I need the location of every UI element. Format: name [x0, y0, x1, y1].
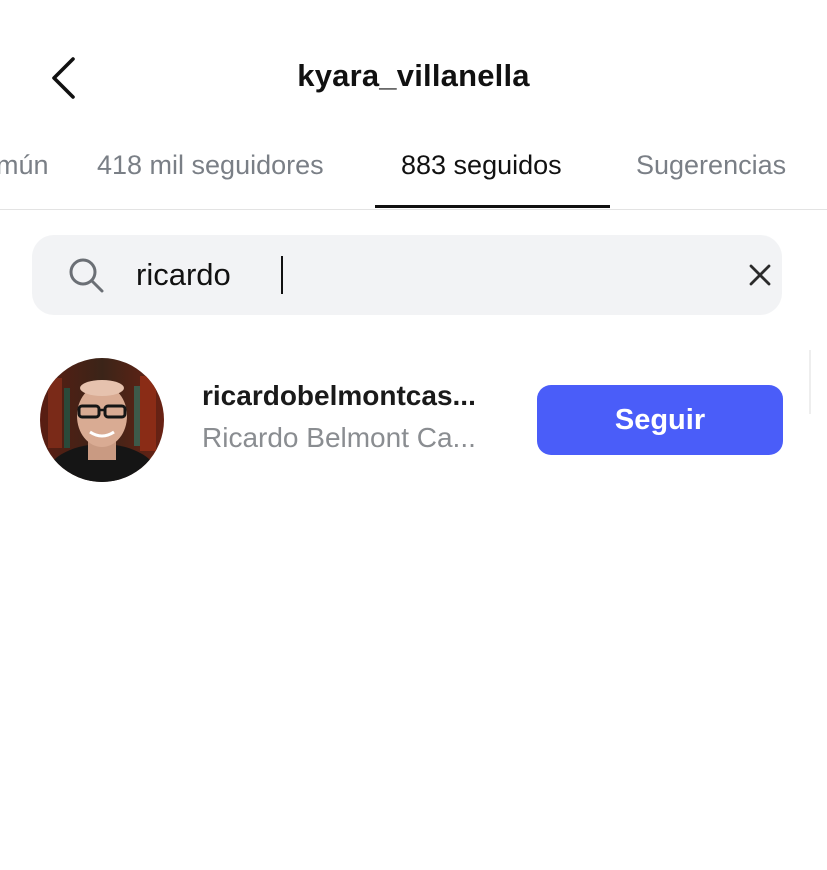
page-title: kyara_villanella	[297, 58, 530, 93]
header: kyara_villanella	[0, 0, 827, 140]
avatar[interactable]	[40, 358, 164, 482]
list-item[interactable]: ricardobelmontcas... Ricardo Belmont Ca.…	[0, 350, 827, 490]
tab-bar: mún 418 mil seguidores 883 seguidos Suge…	[0, 130, 827, 210]
close-icon[interactable]	[744, 259, 776, 291]
result-full-name: Ricardo Belmont Ca...	[202, 422, 476, 453]
result-username[interactable]: ricardobelmontcas...	[202, 380, 476, 412]
tab-suggestions[interactable]: Sugerencias	[636, 150, 786, 181]
search-input[interactable]	[136, 253, 696, 297]
following-list-screen: kyara_villanella mún 418 mil seguidores …	[0, 0, 827, 870]
follow-button[interactable]: Seguir	[537, 385, 783, 455]
profile-photo	[40, 358, 164, 482]
search-icon	[69, 258, 104, 293]
tab-followers[interactable]: 418 mil seguidores	[97, 150, 324, 181]
active-tab-indicator	[375, 205, 610, 208]
text-caret	[281, 256, 283, 294]
tab-following[interactable]: 883 seguidos	[401, 150, 562, 181]
divider	[809, 350, 811, 414]
search-bar[interactable]	[32, 235, 782, 315]
tab-mutual[interactable]: mún	[0, 150, 49, 181]
